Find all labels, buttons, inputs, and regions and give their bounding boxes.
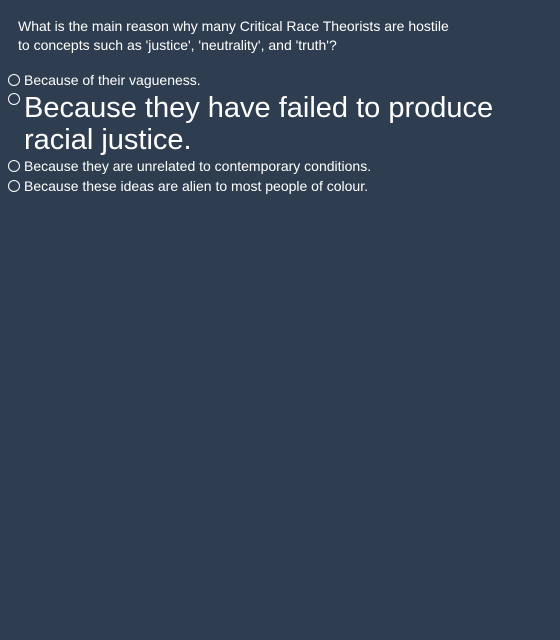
question-line-1: What is the main reason why many Critica… — [18, 18, 449, 34]
option-1[interactable]: Because of their vagueness. — [8, 72, 556, 88]
option-3[interactable]: Because they are unrelated to contempora… — [8, 158, 556, 174]
question-text: What is the main reason why many Critica… — [18, 17, 538, 55]
radio-button-icon[interactable] — [8, 74, 20, 86]
option-label[interactable]: Because they have failed to produce raci… — [24, 92, 556, 156]
option-4[interactable]: Because these ideas are alien to most pe… — [8, 178, 556, 194]
option-label[interactable]: Because they are unrelated to contempora… — [24, 158, 556, 174]
question-line-2: to concepts such as 'justice', 'neutrali… — [18, 37, 337, 53]
radio-button-icon[interactable] — [8, 180, 20, 192]
option-label[interactable]: Because these ideas are alien to most pe… — [24, 178, 556, 194]
answer-options: Because of their vagueness. Because they… — [8, 72, 556, 198]
radio-button-icon[interactable] — [8, 93, 20, 105]
option-2[interactable]: Because they have failed to produce raci… — [8, 92, 556, 156]
option-label[interactable]: Because of their vagueness. — [24, 72, 556, 88]
radio-button-icon[interactable] — [8, 160, 20, 172]
